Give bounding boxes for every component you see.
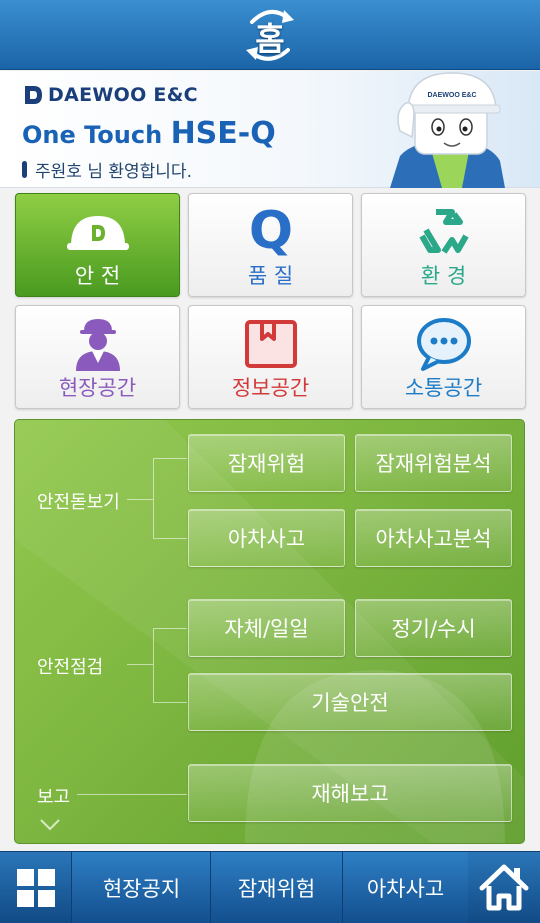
tile-safety[interactable]: 안 전 [15, 193, 180, 297]
menu-grid-button[interactable] [0, 852, 72, 923]
home-button[interactable] [468, 852, 540, 923]
mascot-illustration: DAEWOO E&C [390, 72, 505, 188]
svg-text:DAEWOO E&C: DAEWOO E&C [428, 92, 477, 99]
safety-menu-panel: 안전돋보기 잠재위험 잠재위험분석 아차사고 아차사고분석 안전점검 자체/일일… [14, 419, 525, 844]
info-box-icon [244, 320, 297, 368]
tile-site-space[interactable]: 현장공간 [15, 305, 180, 409]
app-tagline: One Touch HSE-Q [22, 116, 276, 151]
worker-icon [75, 319, 120, 371]
chevron-down-icon[interactable] [39, 818, 61, 832]
tagline-prefix: One Touch [22, 121, 163, 149]
btn-self-daily[interactable]: 자체/일일 [188, 599, 345, 657]
page-title: 홈 [255, 20, 285, 58]
btn-accident-report[interactable]: 재해보고 [188, 764, 512, 822]
welcome-message: 주원호 님 환영합니다. [22, 157, 192, 182]
tile-safety-label: 안 전 [74, 264, 121, 288]
btn-periodic-adhoc[interactable]: 정기/수시 [355, 599, 512, 657]
top-bar: 홈 [0, 0, 540, 70]
btn-technical-safety[interactable]: 기술안전 [188, 673, 512, 731]
welcome-text: 주원호 님 환영합니다. [35, 162, 192, 182]
btn-near-miss-analysis[interactable]: 아차사고분석 [355, 509, 512, 567]
tile-comm-space[interactable]: 소통공간 [361, 305, 526, 409]
helmet-icon [66, 216, 129, 250]
tile-quality-label: 품 질 [247, 264, 294, 288]
svg-text:Q: Q [248, 204, 292, 260]
tile-site-space-label: 현장공간 [58, 376, 137, 400]
welcome-banner: DAEWOO E&C One Touch HSE-Q 주원호 님 환영합니다. … [0, 71, 540, 188]
tile-info-space-label: 정보공간 [231, 376, 310, 400]
recycle-icon [418, 209, 469, 254]
tab-potential-hazard[interactable]: 잠재위험 [211, 852, 343, 923]
tile-environment[interactable]: 환 경 [361, 193, 526, 297]
btn-potential-hazard[interactable]: 잠재위험 [188, 434, 345, 492]
section-label-safety-lens: 안전돋보기 [37, 492, 120, 513]
brand-logo: DAEWOO E&C [22, 84, 198, 106]
tagline-main: HSE-Q [170, 116, 276, 151]
tile-info-space[interactable]: 정보공간 [188, 305, 353, 409]
btn-near-miss[interactable]: 아차사고 [188, 509, 345, 567]
tile-comm-space-label: 소통공간 [404, 376, 483, 400]
tile-environment-label: 환 경 [420, 264, 467, 288]
q-icon: Q [248, 204, 292, 260]
bottom-nav: 현장공지 잠재위험 아차사고 [0, 851, 540, 923]
btn-potential-hazard-analysis[interactable]: 잠재위험분석 [355, 434, 512, 492]
section-label-safety-inspection: 안전점검 [37, 657, 104, 678]
speech-bubble-icon [416, 318, 471, 371]
daewoo-logo-icon [25, 86, 42, 104]
welcome-bullet [22, 161, 27, 178]
tab-near-miss[interactable]: 아차사고 [343, 852, 468, 923]
tab-site-notice[interactable]: 현장공지 [73, 852, 211, 923]
tile-quality[interactable]: Q 품 질 [188, 193, 353, 297]
grid-icon [17, 869, 55, 907]
home-icon [479, 864, 529, 911]
brand-name: DAEWOO E&C [48, 84, 198, 106]
section-label-report: 보고 [37, 787, 71, 808]
